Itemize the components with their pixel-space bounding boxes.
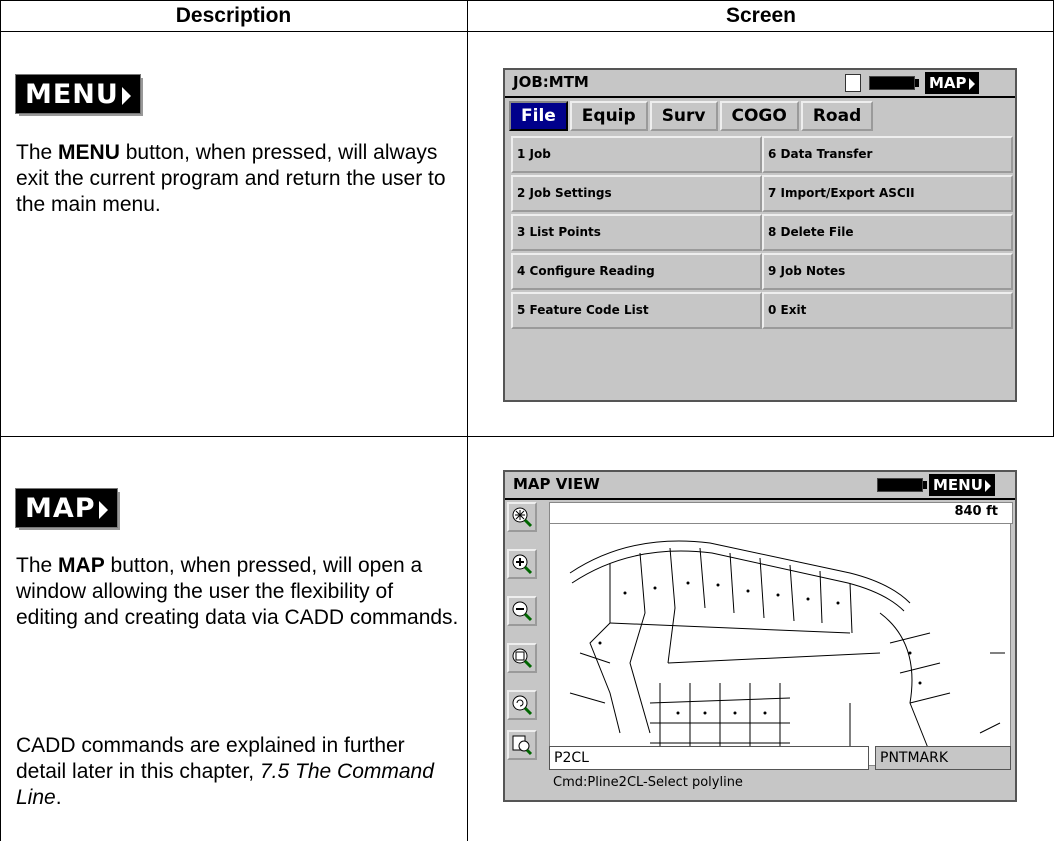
arrow-right-icon xyxy=(98,500,108,519)
command-option[interactable]: PNTMARK xyxy=(875,746,1011,770)
map-screen-title: MAP VIEW xyxy=(513,475,600,493)
zoom-extents-icon[interactable] xyxy=(507,502,537,532)
battery-icon xyxy=(877,478,923,492)
menu-screen-title: JOB:MTM xyxy=(513,73,589,91)
map-toolbar xyxy=(507,502,541,777)
zoom-out-icon[interactable] xyxy=(507,596,537,626)
menu-item-feature-code-list[interactable]: 5 Feature Code List xyxy=(511,292,762,329)
map-button[interactable]: MAP xyxy=(925,72,979,94)
battery-tip xyxy=(915,79,919,87)
menu-description: The MENU button, when pressed, will alwa… xyxy=(16,141,446,216)
zoom-previous-icon[interactable] xyxy=(507,690,537,720)
header-description: Description xyxy=(175,4,292,27)
menu-item-list-points[interactable]: 3 List Points xyxy=(511,214,762,251)
map-canvas[interactable] xyxy=(549,502,1011,766)
menu-item-exit[interactable]: 0 Exit xyxy=(762,292,1013,329)
cadd-description: CADD commands are explained in further d… xyxy=(16,734,434,809)
column-divider xyxy=(467,0,468,841)
menu-item-configure-reading[interactable]: 4 Configure Reading xyxy=(511,253,762,290)
map-screen: MAP VIEW MENU 840 ft P2CL PNTMARK Cmd:Pl… xyxy=(503,470,1017,802)
zoom-window-icon[interactable] xyxy=(507,643,537,673)
menu-item-job-settings[interactable]: 2 Job Settings xyxy=(511,175,762,212)
battery-tip xyxy=(923,481,927,489)
header-divider xyxy=(0,31,1054,32)
battery-icon xyxy=(869,76,915,90)
command-input[interactable]: P2CL xyxy=(549,746,869,770)
command-status: Cmd:Pline2CL-Select polyline xyxy=(553,775,743,790)
tab-surv[interactable]: Surv xyxy=(649,101,718,131)
tab-file[interactable]: File xyxy=(509,101,568,131)
tab-road[interactable]: Road xyxy=(800,101,874,131)
menu-grid: 1 Job 6 Data Transfer 2 Job Settings 7 I… xyxy=(511,136,1013,329)
menu-item-job-notes[interactable]: 9 Job Notes xyxy=(762,253,1013,290)
arrow-right-icon xyxy=(984,479,991,492)
arrow-right-icon xyxy=(968,77,975,90)
parcel-map xyxy=(569,540,1005,754)
map-screen-titlebar: MAP VIEW MENU xyxy=(505,472,1015,500)
map-scale-label: 840 ft xyxy=(954,504,998,519)
map-button-graphic: MAP xyxy=(15,488,118,528)
menu-item-data-transfer[interactable]: 6 Data Transfer xyxy=(762,136,1013,173)
menu-item-import-export[interactable]: 7 Import/Export ASCII xyxy=(762,175,1013,212)
menu-screen: JOB:MTM MAP File Equip Surv COGO Road 1 … xyxy=(503,68,1017,402)
menu-item-delete-file[interactable]: 8 Delete File xyxy=(762,214,1013,251)
tab-equip[interactable]: Equip xyxy=(569,101,648,131)
menu-item-job[interactable]: 1 Job xyxy=(511,136,762,173)
map-scale-bar: 840 ft xyxy=(549,502,1013,524)
menu-tabs: File Equip Surv COGO Road xyxy=(509,101,875,131)
header-screen: Screen xyxy=(725,4,797,27)
zoom-in-icon[interactable] xyxy=(507,549,537,579)
row-divider xyxy=(0,436,1054,437)
table-left-border xyxy=(0,0,1,841)
tab-cogo[interactable]: COGO xyxy=(719,101,799,131)
menu-screen-titlebar: JOB:MTM MAP xyxy=(505,70,1015,98)
gps-icon xyxy=(845,74,861,92)
arrow-right-icon xyxy=(121,86,131,105)
menu-button[interactable]: MENU xyxy=(929,474,995,496)
map-description: The MAP button, when pressed, will open … xyxy=(16,554,459,629)
pan-icon[interactable] xyxy=(507,730,537,760)
menu-button-graphic: MENU xyxy=(15,74,141,114)
